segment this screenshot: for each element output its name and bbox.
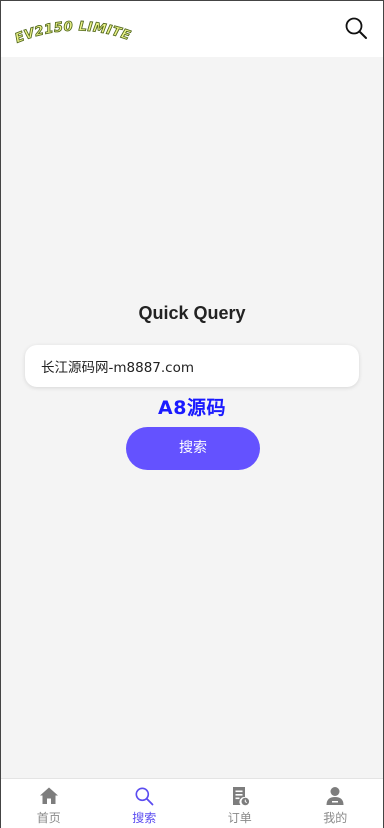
- search-icon[interactable]: [343, 15, 369, 41]
- app-frame: EV2150 LIMITED Quick Query A8源码 搜索 首页 搜索: [0, 0, 384, 828]
- tab-orders-label: 订单: [227, 811, 252, 825]
- query-input-container: [25, 345, 359, 387]
- watermark-text: A8源码: [158, 397, 226, 419]
- query-input[interactable]: [25, 345, 341, 387]
- tab-orders[interactable]: 订单: [192, 779, 288, 828]
- top-header: EV2150 LIMITED: [1, 0, 383, 57]
- search-submit-button[interactable]: 搜索: [126, 427, 260, 470]
- logo-text: EV2150 LIMITED: [13, 13, 132, 47]
- page-title: Quick Query: [138, 303, 246, 323]
- tab-search-label: 搜索: [132, 811, 157, 825]
- search-icon: [135, 787, 154, 806]
- tab-home[interactable]: 首页: [1, 779, 97, 828]
- svg-text:EV2150 LIMITED: EV2150 LIMITED: [13, 13, 133, 47]
- home-icon: [39, 787, 58, 804]
- bottom-tab-bar: 首页 搜索 订单 我的: [1, 778, 383, 828]
- brand-logo[interactable]: EV2150 LIMITED: [13, 13, 135, 49]
- tab-home-label: 首页: [36, 811, 61, 825]
- order-icon: [232, 787, 249, 806]
- tab-profile-label: 我的: [323, 811, 348, 825]
- user-icon: [326, 787, 344, 805]
- tab-search[interactable]: 搜索: [97, 779, 193, 828]
- tab-profile[interactable]: 我的: [288, 779, 384, 828]
